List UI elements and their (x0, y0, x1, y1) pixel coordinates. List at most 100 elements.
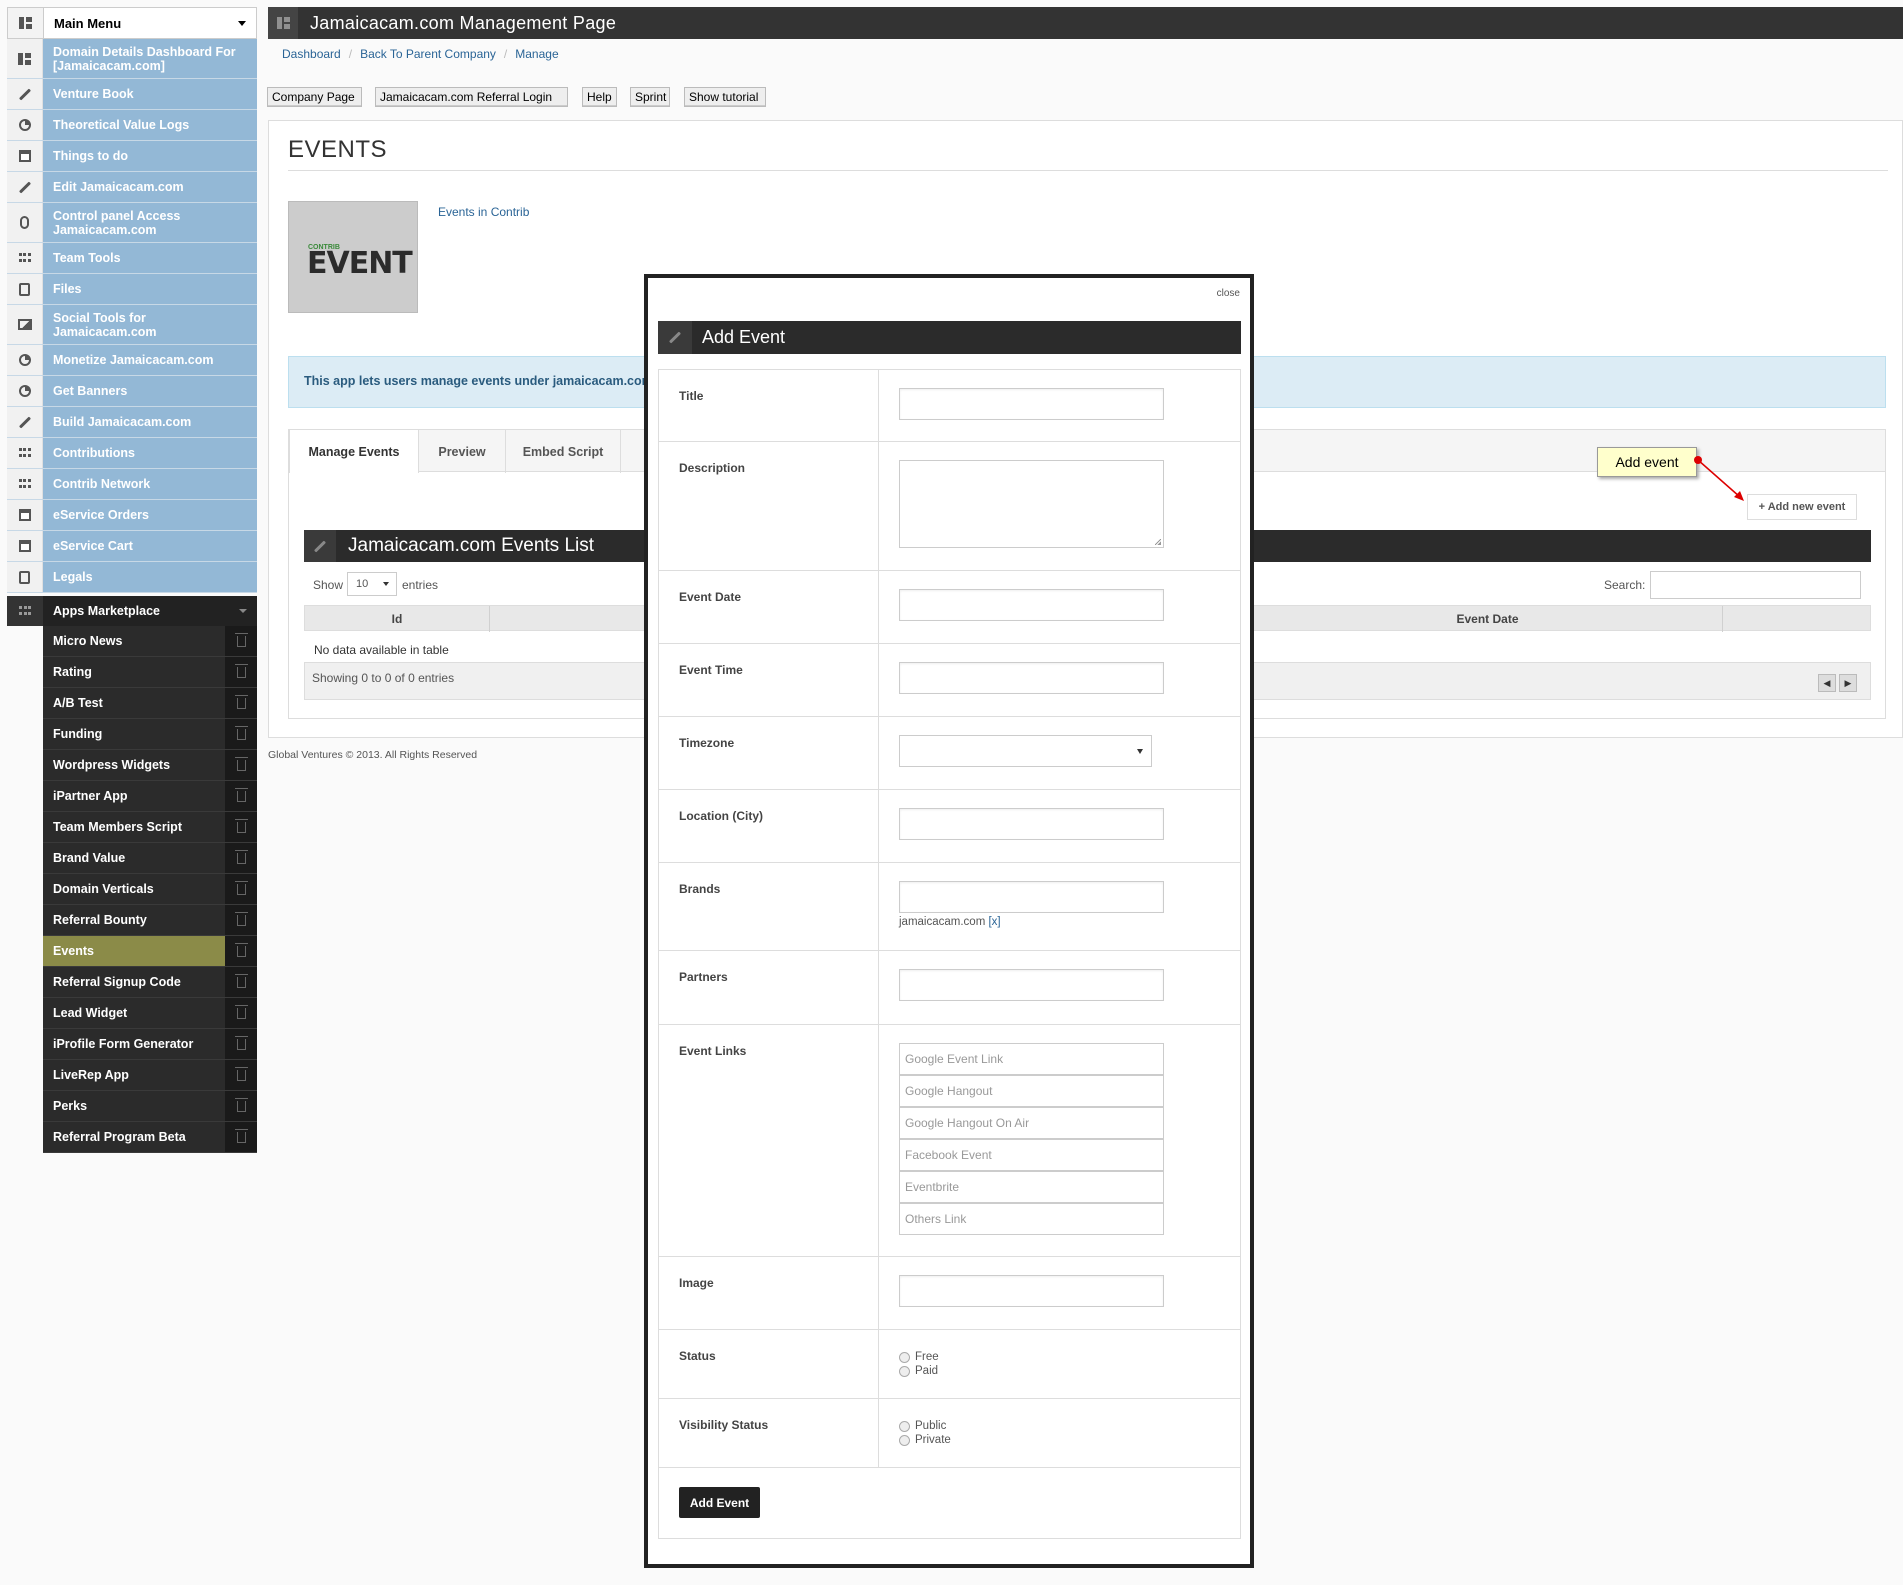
trash-icon[interactable] (225, 781, 257, 811)
trash-icon[interactable] (225, 874, 257, 904)
brand-remove-link[interactable]: [x] (988, 916, 1000, 928)
sidebar-item[interactable]: Control panel Access Jamaicacam.com (7, 203, 257, 243)
trash-icon[interactable] (225, 998, 257, 1028)
trash-icon[interactable] (225, 719, 257, 749)
trash-icon[interactable] (225, 657, 257, 687)
event-time-input[interactable] (899, 662, 1164, 694)
search-input[interactable] (1650, 571, 1861, 599)
app-item[interactable]: Funding (43, 719, 257, 750)
column-actions[interactable] (1723, 606, 1870, 632)
app-item[interactable]: Lead Widget (43, 998, 257, 1029)
sidebar-item[interactable]: Get Banners (7, 376, 257, 407)
brand-tag: jamaicacam.com [x] (899, 916, 1220, 928)
app-item[interactable]: Referral Program Beta (43, 1122, 257, 1153)
app-item[interactable]: Referral Bounty (43, 905, 257, 936)
app-item[interactable]: Domain Verticals (43, 874, 257, 905)
trash-icon[interactable] (225, 936, 257, 966)
show-tutorial-button[interactable]: Show tutorial (684, 87, 766, 107)
sidebar-item[interactable]: Legals (7, 562, 257, 593)
column-id[interactable]: Id (305, 606, 490, 632)
status-free-radio[interactable]: Free (899, 1350, 1220, 1364)
trash-icon[interactable] (225, 1060, 257, 1090)
app-item[interactable]: Micro News (43, 626, 257, 657)
sidebar-item[interactable]: Social Tools for Jamaicacam.com (7, 305, 257, 345)
breadcrumb-dashboard[interactable]: Dashboard (282, 47, 341, 61)
status-paid-radio[interactable]: Paid (899, 1364, 1220, 1378)
visibility-public-radio[interactable]: Public (899, 1419, 1220, 1433)
add-new-event-button[interactable]: + Add new event (1747, 494, 1857, 520)
trash-icon[interactable] (225, 750, 257, 780)
sidebar-item[interactable]: Theoretical Value Logs (7, 110, 257, 141)
sidebar-item[interactable]: Contrib Network (7, 469, 257, 500)
event-link-input[interactable]: Google Hangout On Air (899, 1107, 1164, 1139)
sidebar-item[interactable]: Build Jamaicacam.com (7, 407, 257, 438)
description-textarea[interactable] (899, 460, 1164, 548)
trash-icon[interactable] (225, 967, 257, 997)
close-button[interactable]: close (1217, 288, 1240, 299)
sprint-button[interactable]: Sprint (630, 87, 670, 107)
trash-icon[interactable] (225, 1091, 257, 1121)
trash-icon[interactable] (225, 1029, 257, 1059)
status-label: Status (659, 1330, 879, 1398)
app-item[interactable]: A/B Test (43, 688, 257, 719)
sidebar-item[interactable]: Edit Jamaicacam.com (7, 172, 257, 203)
app-item[interactable]: Perks (43, 1091, 257, 1122)
tab-embed-script[interactable]: Embed Script (506, 430, 621, 473)
image-input[interactable] (899, 1275, 1164, 1307)
trash-icon[interactable] (225, 843, 257, 873)
event-link-input[interactable]: Facebook Event (899, 1139, 1164, 1171)
event-link-input[interactable]: Google Event Link (899, 1043, 1164, 1075)
app-item-label: Brand Value (53, 851, 126, 865)
partners-input[interactable] (899, 969, 1164, 1001)
tab-manage-events[interactable]: Manage Events (289, 430, 419, 473)
app-item[interactable]: Wordpress Widgets (43, 750, 257, 781)
referral-login-button[interactable]: Jamaicacam.com Referral Login (375, 87, 568, 107)
trash-icon[interactable] (225, 688, 257, 718)
sidebar-item[interactable]: eService Orders (7, 500, 257, 531)
app-item[interactable]: Brand Value (43, 843, 257, 874)
trash-icon[interactable] (225, 626, 257, 656)
entries-per-page-select[interactable]: 10 (347, 572, 397, 596)
sidebar-item[interactable]: Contributions (7, 438, 257, 469)
app-item[interactable]: Team Members Script (43, 812, 257, 843)
tab-preview[interactable]: Preview (419, 430, 506, 473)
main-menu-dropdown[interactable]: Main Menu (7, 7, 257, 39)
sidebar-item[interactable]: Things to do (7, 141, 257, 172)
apps-marketplace-header[interactable]: Apps Marketplace (7, 596, 257, 626)
sidebar-item[interactable]: Venture Book (7, 79, 257, 110)
sidebar-item[interactable]: Monetize Jamaicacam.com (7, 345, 257, 376)
logo-caption-link[interactable]: Events in Contrib (438, 205, 529, 219)
visibility-private-radio[interactable]: Private (899, 1433, 1220, 1447)
app-item[interactable]: iPartner App (43, 781, 257, 812)
trash-icon[interactable] (225, 905, 257, 935)
timezone-select[interactable] (899, 735, 1152, 767)
trash-icon[interactable] (225, 812, 257, 842)
event-link-input[interactable]: Eventbrite (899, 1171, 1164, 1203)
event-date-input[interactable] (899, 589, 1164, 621)
app-item[interactable]: Rating (43, 657, 257, 688)
brands-input[interactable] (899, 881, 1164, 913)
breadcrumb-parent-company[interactable]: Back To Parent Company (360, 47, 496, 61)
help-button[interactable]: Help (582, 87, 617, 107)
trash-icon[interactable] (225, 1122, 257, 1152)
company-page-button[interactable]: Company Page (267, 87, 362, 107)
app-item[interactable]: Referral Signup Code (43, 967, 257, 998)
column-event-date[interactable]: Event Date (1253, 606, 1723, 632)
app-item[interactable]: LiveRep App (43, 1060, 257, 1091)
next-page-button[interactable]: ▶ (1839, 674, 1857, 692)
prev-page-button[interactable]: ◀ (1818, 674, 1836, 692)
sidebar-item[interactable]: Files (7, 274, 257, 305)
chevron-down-icon[interactable] (239, 609, 247, 613)
app-item[interactable]: iProfile Form Generator (43, 1029, 257, 1060)
title-input[interactable] (899, 388, 1164, 420)
location-input[interactable] (899, 808, 1164, 840)
sidebar-item[interactable]: Domain Details Dashboard For [Jamaicacam… (7, 39, 257, 79)
event-link-input[interactable]: Google Hangout (899, 1075, 1164, 1107)
event-link-input[interactable]: Others Link (899, 1203, 1164, 1235)
mouse-icon (7, 203, 43, 242)
sidebar-item[interactable]: Team Tools (7, 243, 257, 274)
add-event-submit-button[interactable]: Add Event (679, 1487, 760, 1518)
app-item-label: Referral Signup Code (53, 975, 181, 989)
sidebar-item[interactable]: eService Cart (7, 531, 257, 562)
app-item[interactable]: Events (43, 936, 257, 967)
